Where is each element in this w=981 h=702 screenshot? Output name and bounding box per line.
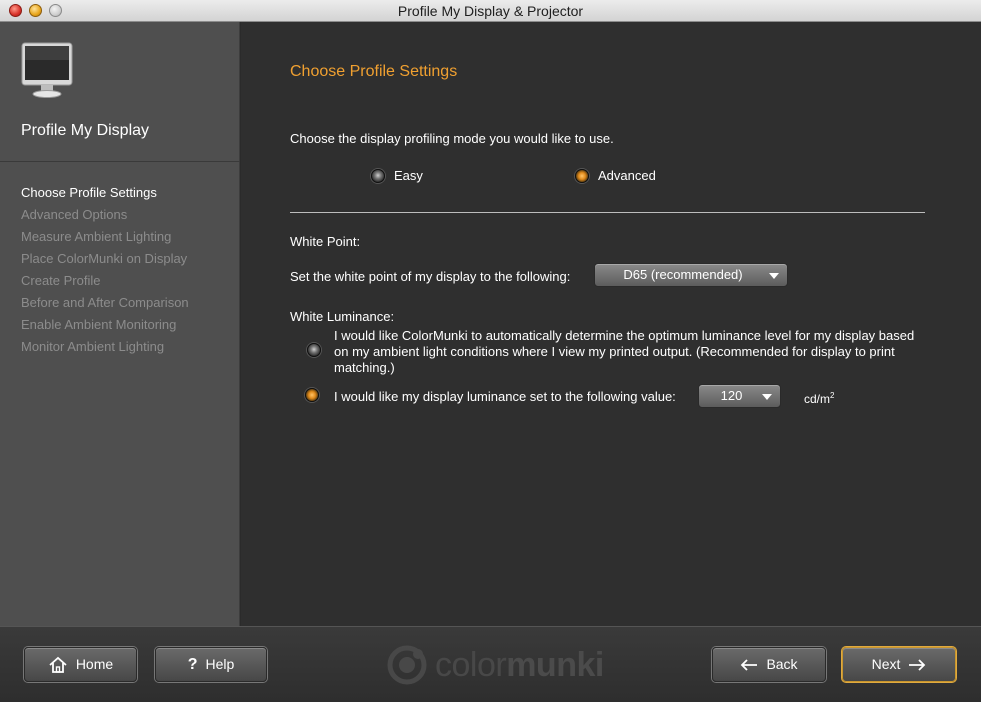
white-luminance-label: White Luminance: <box>290 309 395 324</box>
luminance-unit: cd/m2 <box>804 391 834 406</box>
logo-text-bold: munki <box>506 645 604 684</box>
home-button[interactable]: Home <box>24 647 137 682</box>
chevron-down-icon <box>769 273 779 279</box>
advanced-mode-radio[interactable] <box>575 169 589 183</box>
easy-mode-radio[interactable] <box>371 169 385 183</box>
footer-bar: Home ? Help colormunki Back Next <box>0 626 981 702</box>
chevron-down-icon <box>762 394 772 400</box>
back-label: Back <box>766 656 798 672</box>
step-before-after-comparison: Before and After Comparison <box>21 295 189 310</box>
mode-prompt: Choose the display profiling mode you wo… <box>290 131 614 146</box>
home-icon <box>49 656 67 673</box>
step-list: Choose Profile Settings Advanced Options… <box>21 182 189 358</box>
step-place-colormunki: Place ColorMunki on Display <box>21 251 188 266</box>
colormunki-logo-text: colormunki <box>435 646 604 685</box>
monitor-icon <box>21 42 73 98</box>
step-create-profile: Create Profile <box>21 273 101 288</box>
advanced-mode-label[interactable]: Advanced <box>598 168 656 183</box>
auto-luminance-label[interactable]: I would like ColorMunki to automatically… <box>334 328 924 376</box>
step-choose-profile-settings[interactable]: Choose Profile Settings <box>21 182 189 204</box>
step-advanced-options: Advanced Options <box>21 207 128 222</box>
sidebar-title: Profile My Display <box>21 122 150 139</box>
arrow-right-icon <box>909 658 926 671</box>
title-bar: Profile My Display & Projector <box>0 0 981 22</box>
white-point-select[interactable]: D65 (recommended) <box>594 263 788 287</box>
colormunki-logo-icon <box>387 645 427 685</box>
step-enable-ambient-monitoring: Enable Ambient Monitoring <box>21 317 177 332</box>
next-button[interactable]: Next <box>842 647 956 682</box>
main-panel: Choose Profile Settings Choose the displ… <box>241 22 981 626</box>
white-point-value: D65 (recommended) <box>623 267 743 282</box>
logo-text-light: color <box>435 645 507 684</box>
unit-text: cd/m <box>804 392 831 406</box>
arrow-left-icon <box>741 658 758 671</box>
window-title: Profile My Display & Projector <box>397 3 584 19</box>
sidebar-header: Profile My Display <box>0 22 240 162</box>
step-measure-ambient-lighting: Measure Ambient Lighting <box>21 229 172 244</box>
divider <box>290 212 925 213</box>
auto-luminance-radio[interactable] <box>307 343 321 357</box>
white-point-label: White Point: <box>290 234 361 249</box>
step-monitor-ambient-lighting: Monitor Ambient Lighting <box>21 339 165 354</box>
manual-luminance-label[interactable]: I would like my display luminance set to… <box>334 389 676 404</box>
next-label: Next <box>871 656 901 672</box>
home-label: Home <box>75 656 114 672</box>
unit-superscript: 2 <box>830 391 835 400</box>
help-icon: ? <box>187 656 198 673</box>
luminance-select[interactable]: 120 <box>698 384 781 408</box>
luminance-value: 120 <box>720 388 743 403</box>
page-title: Choose Profile Settings <box>290 63 458 80</box>
help-label: Help <box>205 656 235 672</box>
white-point-prompt: Set the white point of my display to the… <box>290 269 571 284</box>
help-button[interactable]: ? Help <box>155 647 267 682</box>
easy-mode-label[interactable]: Easy <box>394 168 423 183</box>
back-button[interactable]: Back <box>712 647 826 682</box>
manual-luminance-radio[interactable] <box>305 388 319 402</box>
sidebar: Profile My Display Choose Profile Settin… <box>0 22 240 626</box>
colormunki-logo: colormunki <box>385 645 605 685</box>
